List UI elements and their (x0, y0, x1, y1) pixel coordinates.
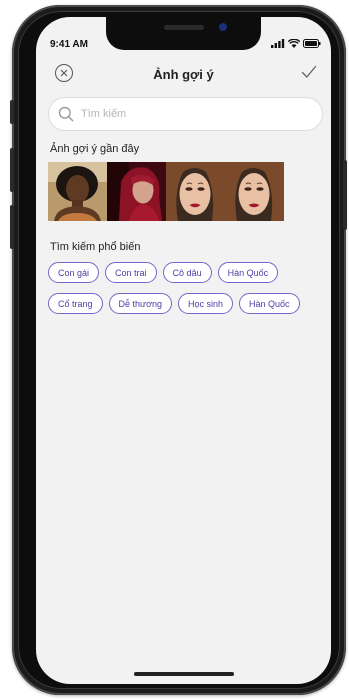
popular-chips-row-2: Cổ trang Dễ thương Học sinh Hàn Quốc (48, 293, 300, 314)
search-box[interactable] (48, 97, 323, 131)
chip-co-dau[interactable]: Cô dâu (162, 262, 212, 283)
chip-co-trang[interactable]: Cổ trang (48, 293, 103, 314)
search-input[interactable] (79, 107, 293, 121)
phone-screen: 9:41 AM Ảnh gợi ý Tìm kiếm Ảnh gợi ý gần… (36, 17, 331, 684)
recent-photos-row (48, 162, 284, 221)
page-title: Ảnh gợi ý (153, 67, 214, 82)
wifi-icon (288, 39, 300, 48)
chip-hoc-sinh[interactable]: Học sinh (177, 293, 233, 314)
portrait-woman-red-headscarf-icon (107, 162, 166, 221)
recent-photos-title: Ảnh gợi ý gần đây (50, 143, 140, 155)
status-icons (271, 39, 321, 48)
portrait-woman-red-lips-icon (166, 162, 225, 221)
power-button (343, 160, 347, 230)
recent-photo-3[interactable] (166, 162, 225, 221)
front-camera (219, 23, 227, 31)
recent-photo-1[interactable] (48, 162, 107, 221)
signal-icon (271, 39, 285, 48)
portrait-woman-curly-hair-icon (48, 162, 107, 221)
popular-chips-row-1: Con gái Con trai Cô dâu Hàn Quốc (48, 262, 279, 283)
home-indicator (134, 672, 234, 676)
popular-searches-title: Tìm kiếm phổ biến (50, 241, 141, 253)
status-time: 9:41 AM (50, 39, 88, 50)
chip-de-thuong[interactable]: Dễ thương (108, 293, 172, 314)
recent-photo-4[interactable] (225, 162, 284, 221)
chip-han-quoc-2[interactable]: Hàn Quốc (239, 293, 300, 314)
search-icon (58, 106, 74, 122)
battery-icon (303, 39, 321, 48)
notch (106, 17, 261, 50)
chip-con-trai[interactable]: Con trai (105, 262, 157, 283)
chip-con-gai[interactable]: Con gái (48, 262, 100, 283)
speaker-grille (164, 25, 204, 30)
recent-photo-2[interactable] (107, 162, 166, 221)
mute-switch (10, 100, 14, 124)
volume-up-button (10, 148, 14, 192)
chip-han-quoc[interactable]: Hàn Quốc (217, 262, 279, 283)
volume-down-button (10, 205, 14, 249)
confirm-check-button[interactable] (301, 65, 317, 79)
portrait-woman-red-lips-icon (225, 162, 284, 221)
